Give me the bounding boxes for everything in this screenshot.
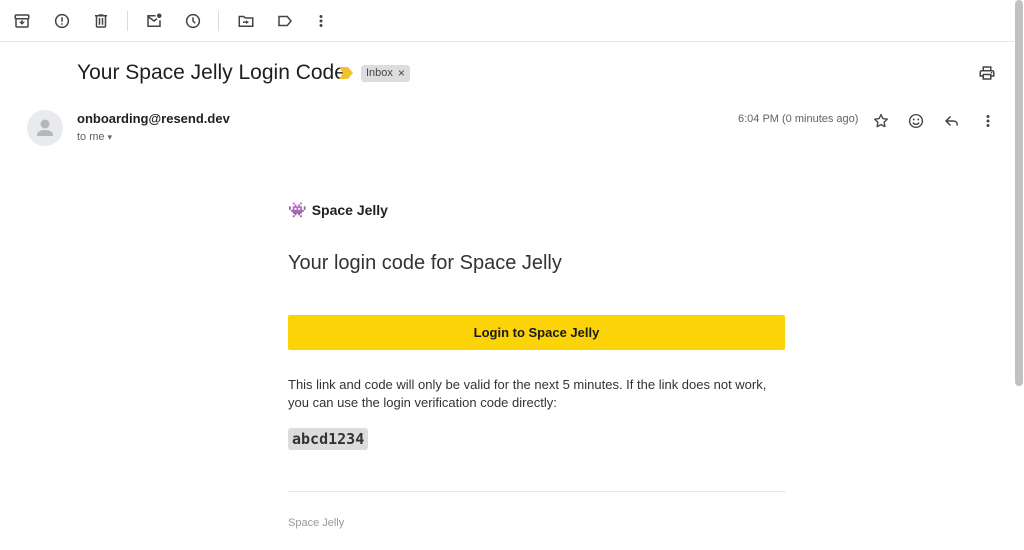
- person-icon: [37, 119, 53, 136]
- login-button[interactable]: Login to Space Jelly: [288, 315, 785, 350]
- sender-address[interactable]: onboarding@resend.dev: [77, 111, 230, 126]
- toolbar-divider: [218, 11, 219, 31]
- chevron-down-icon: ▾: [107, 131, 113, 142]
- report-spam-button[interactable]: [47, 6, 77, 36]
- mark-unread-button[interactable]: [139, 6, 169, 36]
- report-spam-icon: [54, 13, 70, 29]
- delete-button[interactable]: [86, 6, 116, 36]
- email-subject: Your Space Jelly Login Code: [77, 61, 346, 84]
- labels-button[interactable]: [270, 6, 300, 36]
- more-vertical-icon: [319, 15, 323, 27]
- star-button[interactable]: [868, 108, 894, 134]
- move-to-folder-icon: [238, 15, 254, 27]
- email-body-text: This link and code will only be valid fo…: [288, 377, 767, 410]
- recipient-text: to me: [77, 131, 105, 143]
- label-icon: [278, 15, 292, 27]
- toolbar-divider: [127, 11, 128, 31]
- email-view: Your Space Jelly Login Code Inbox × onbo…: [0, 0, 1024, 550]
- email-footer: Space Jelly: [288, 517, 345, 529]
- inbox-label-chip: Inbox ×: [361, 65, 410, 82]
- mark-unread-icon: [147, 13, 162, 27]
- remove-label-button[interactable]: ×: [398, 65, 405, 82]
- importance-marker-icon[interactable]: [339, 67, 353, 79]
- avatar[interactable]: [27, 110, 63, 146]
- trash-icon: [95, 14, 107, 28]
- add-reaction-button[interactable]: [903, 108, 929, 134]
- brand-name: Space Jelly: [311, 202, 388, 218]
- print-button[interactable]: [974, 60, 1000, 86]
- star-icon: [874, 113, 888, 128]
- archive-icon: [14, 14, 30, 28]
- alien-monster-icon: 👾: [288, 202, 307, 219]
- smiley-icon: [908, 113, 924, 129]
- print-icon: [979, 66, 995, 80]
- timestamp: 6:04 PM (0 minutes ago): [738, 113, 859, 125]
- label-text: Inbox: [366, 67, 393, 79]
- reply-button[interactable]: [939, 108, 965, 134]
- toolbar: [0, 0, 1014, 42]
- move-to-button[interactable]: [231, 6, 261, 36]
- email-heading: Your login code for Space Jelly: [288, 252, 562, 274]
- clock-icon: [185, 13, 201, 29]
- brand-header: 👾 Space Jelly: [288, 201, 388, 219]
- recipient-details[interactable]: to me ▾: [77, 131, 112, 143]
- more-vertical-icon: [986, 115, 990, 127]
- message-more-button[interactable]: [975, 108, 1001, 134]
- footer-divider: [288, 491, 786, 492]
- snooze-button[interactable]: [178, 6, 208, 36]
- verification-code: abcd1234: [288, 428, 369, 450]
- archive-button[interactable]: [7, 6, 37, 36]
- more-button[interactable]: [306, 6, 336, 36]
- scrollbar-thumb[interactable]: [1015, 0, 1023, 386]
- reply-icon: [944, 115, 958, 127]
